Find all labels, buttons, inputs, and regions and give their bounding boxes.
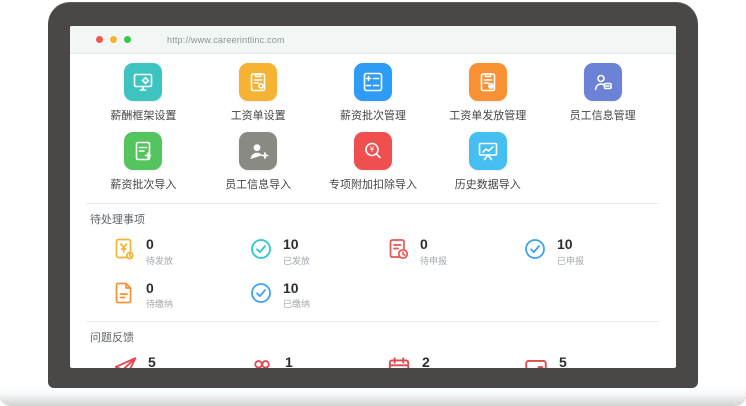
stat-label: 待缴纳 xyxy=(146,297,173,310)
feedback-section: 问题反馈 5薪资发放待补充信息 1个税申报待补充信息 xyxy=(86,321,660,368)
batch-list-icon xyxy=(354,63,392,101)
stat-label: 待发放 xyxy=(146,254,173,267)
app-label: 薪资批次导入 xyxy=(110,176,176,192)
svg-text:¥: ¥ xyxy=(370,145,375,154)
app-label: 员工信息导入 xyxy=(225,176,291,192)
calendar-x-icon xyxy=(386,355,412,368)
laptop-base xyxy=(0,388,746,405)
doc-yen-icon xyxy=(112,237,136,261)
stat-label: 待申报 xyxy=(420,254,447,267)
stat-distributed[interactable]: 10 已发放 xyxy=(249,237,386,267)
stat-value: 5 xyxy=(559,355,595,368)
app-payslip-distribution-management[interactable]: 工资单发放管理 xyxy=(430,63,545,123)
stat-label: 已缴纳 xyxy=(283,297,310,310)
stat-label: 已申报 xyxy=(557,254,584,267)
app-payroll-batch-management[interactable]: 薪资批次管理 xyxy=(316,63,431,123)
stat-value: 1 xyxy=(285,355,366,368)
monitor-gear-icon xyxy=(124,63,162,101)
app-special-deduction-import[interactable]: ¥ 专项附加扣除导入 xyxy=(316,132,431,192)
doc-corner-icon xyxy=(112,281,136,305)
stat-value: 0 xyxy=(146,237,173,252)
stat-value: 10 xyxy=(283,281,310,296)
app-label: 专项附加扣除导入 xyxy=(329,176,417,192)
stat-value: 5 xyxy=(148,355,229,368)
laptop-bezel: http://www.careerintlinc.com 薪酬框架设置 xyxy=(48,2,698,388)
feedback-grid: 5薪资发放待补充信息 1个税申报待补充信息 2申 xyxy=(86,355,660,368)
history-chart-icon xyxy=(469,132,507,170)
person-plus-icon xyxy=(239,132,277,170)
app-employee-info-import[interactable]: 员工信息导入 xyxy=(201,132,316,192)
stat-tax-declaration-supplement-info[interactable]: 1个税申报待补充信息 xyxy=(249,355,386,368)
app-label: 历史数据导入 xyxy=(455,176,521,192)
app-label: 工资单发放管理 xyxy=(449,107,526,123)
check-circle-icon xyxy=(249,237,273,261)
stat-label: 已发放 xyxy=(283,254,310,267)
app-history-data-import[interactable]: 历史数据导入 xyxy=(430,132,545,192)
pending-grid: 0 待发放 10 已发放 0 待申报 xyxy=(86,237,660,310)
close-window-icon[interactable] xyxy=(96,36,103,43)
app-label: 薪资批次管理 xyxy=(340,107,406,123)
paper-plane-icon xyxy=(112,355,138,368)
stat-declared[interactable]: 10 已申报 xyxy=(523,237,660,267)
stat-pending-payment[interactable]: 0待缴纳 xyxy=(112,281,249,311)
app-icon-grid: 薪酬框架设置 工资单设置 薪资批次管理 xyxy=(86,63,660,192)
stat-pending-declaration[interactable]: 0 待申报 xyxy=(386,237,523,267)
check-circle-icon xyxy=(523,237,547,261)
app-label: 工资单设置 xyxy=(231,107,286,123)
pending-section-title: 待处理事项 xyxy=(90,211,660,227)
stat-value: 10 xyxy=(283,237,310,252)
app-payroll-batch-import[interactable]: 薪资批次导入 xyxy=(86,132,201,192)
feedback-section-title: 问题反馈 xyxy=(90,329,660,345)
stat-paid[interactable]: 10已缴纳 xyxy=(249,281,386,311)
browser-chrome: http://www.careerintlinc.com xyxy=(70,26,676,54)
laptop-mockup: http://www.careerintlinc.com 薪酬框架设置 xyxy=(0,0,746,406)
stat-declaration-failed[interactable]: 2申报失败 xyxy=(386,355,523,368)
people-icon xyxy=(249,355,275,368)
doc-clock-icon xyxy=(386,237,410,261)
employee-card-icon xyxy=(584,63,622,101)
doc-plus-icon xyxy=(124,132,162,170)
app-label: 员工信息管理 xyxy=(570,107,636,123)
pending-section: 待处理事项 0 待发放 10 已发放 xyxy=(86,203,660,310)
wallet-icon xyxy=(523,355,549,368)
stat-payroll-supplement-info[interactable]: 5薪资发放待补充信息 xyxy=(112,355,249,368)
stat-value: 0 xyxy=(146,281,173,296)
app-salary-framework-settings[interactable]: 薪酬框架设置 xyxy=(86,63,201,123)
laptop-screen: http://www.careerintlinc.com 薪酬框架设置 xyxy=(70,26,676,368)
app-label: 薪酬框架设置 xyxy=(110,107,176,123)
zoom-window-icon[interactable] xyxy=(124,36,131,43)
stat-value: 0 xyxy=(420,237,447,252)
stat-value: 2 xyxy=(422,355,458,368)
traffic-lights xyxy=(96,36,131,43)
stat-value: 10 xyxy=(557,237,584,252)
app-payslip-settings[interactable]: 工资单设置 xyxy=(201,63,316,123)
check-circle-icon xyxy=(249,281,273,305)
stat-payment-failed[interactable]: 5缴纳失败 xyxy=(523,355,660,368)
stat-pending-distribution[interactable]: 0 待发放 xyxy=(112,237,249,267)
dashboard-content: 薪酬框架设置 工资单设置 薪资批次管理 xyxy=(70,54,676,368)
tax-search-icon: ¥ xyxy=(354,132,392,170)
clipboard-gear-icon xyxy=(239,63,277,101)
minimize-window-icon[interactable] xyxy=(110,36,117,43)
clipboard-send-icon xyxy=(469,63,507,101)
app-employee-info-management[interactable]: 员工信息管理 xyxy=(545,63,660,123)
address-bar[interactable]: http://www.careerintlinc.com xyxy=(167,35,285,45)
